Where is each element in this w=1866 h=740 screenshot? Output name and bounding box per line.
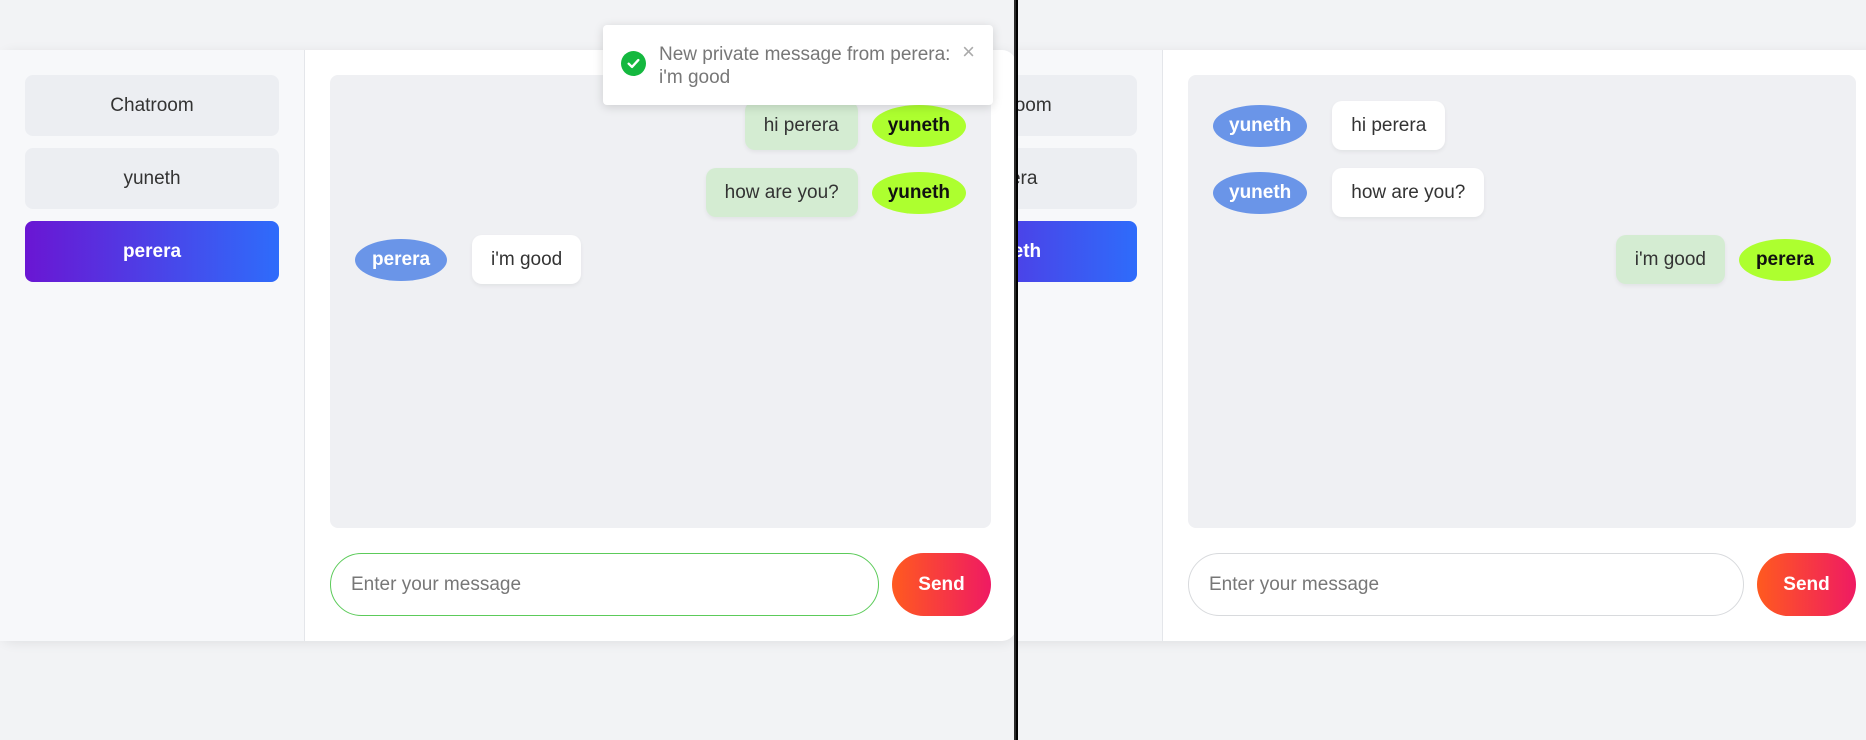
message-composer: Send xyxy=(1188,553,1856,616)
message-list: yuneth hi perera yuneth how are you? i'm… xyxy=(1188,75,1856,528)
message-row: how are you? yuneth xyxy=(355,167,966,218)
message-bubble: i'm good xyxy=(472,235,582,284)
notification-toast: New private message from perera: i'm goo… xyxy=(603,25,993,105)
message-list: hi perera yuneth how are you? yuneth per… xyxy=(330,75,991,528)
close-icon[interactable]: × xyxy=(962,41,975,63)
sender-avatar: yuneth xyxy=(1213,104,1308,147)
message-composer: Send xyxy=(330,553,991,616)
right-browser-window: Chatroom perera yuneth yuneth hi perera … xyxy=(1018,0,1866,740)
sidebar-item-perera[interactable]: perera xyxy=(25,221,279,282)
room-sidebar: Chatroom perera yuneth xyxy=(1018,50,1163,641)
message-bubble: hi perera xyxy=(1332,101,1446,150)
message-row: perera i'm good xyxy=(355,234,966,285)
sender-avatar: yuneth xyxy=(1213,171,1308,214)
send-button[interactable]: Send xyxy=(1757,553,1856,616)
send-button[interactable]: Send xyxy=(892,553,991,616)
check-circle-icon xyxy=(621,51,646,76)
sender-avatar: perera xyxy=(1739,238,1831,281)
message-row: hi perera yuneth xyxy=(355,100,966,151)
sender-avatar: yuneth xyxy=(871,104,966,147)
message-input[interactable] xyxy=(1188,553,1744,616)
left-browser-window: Chatroom yuneth perera hi perera yuneth … xyxy=(0,0,1016,740)
chat-main: yuneth hi perera yuneth how are you? i'm… xyxy=(1163,50,1866,641)
message-bubble: i'm good xyxy=(1615,235,1725,284)
sidebar-item-chatroom[interactable]: Chatroom xyxy=(1018,75,1137,136)
message-bubble: how are you? xyxy=(705,168,858,217)
sidebar-item-yuneth[interactable]: yuneth xyxy=(1018,221,1137,282)
message-row: yuneth how are you? xyxy=(1213,167,1831,218)
sidebar-item-yuneth[interactable]: yuneth xyxy=(25,148,279,209)
message-row: i'm good perera xyxy=(1213,234,1831,285)
toast-message: New private message from perera: i'm goo… xyxy=(659,44,951,88)
message-input[interactable] xyxy=(330,553,879,616)
message-bubble: hi perera xyxy=(744,101,858,150)
message-bubble: how are you? xyxy=(1332,168,1485,217)
desktop: Chatroom yuneth perera hi perera yuneth … xyxy=(0,0,1866,740)
sidebar-item-perera[interactable]: perera xyxy=(1018,148,1137,209)
message-row: yuneth hi perera xyxy=(1213,100,1831,151)
sender-avatar: yuneth xyxy=(871,171,966,214)
chat-app-card: Chatroom yuneth perera hi perera yuneth … xyxy=(0,50,1014,641)
chat-app-card: Chatroom perera yuneth yuneth hi perera … xyxy=(1018,50,1866,641)
room-sidebar: Chatroom yuneth perera xyxy=(0,50,305,641)
sidebar-item-chatroom[interactable]: Chatroom xyxy=(25,75,279,136)
chat-main: hi perera yuneth how are you? yuneth per… xyxy=(305,50,1014,641)
sender-avatar: perera xyxy=(355,238,447,281)
